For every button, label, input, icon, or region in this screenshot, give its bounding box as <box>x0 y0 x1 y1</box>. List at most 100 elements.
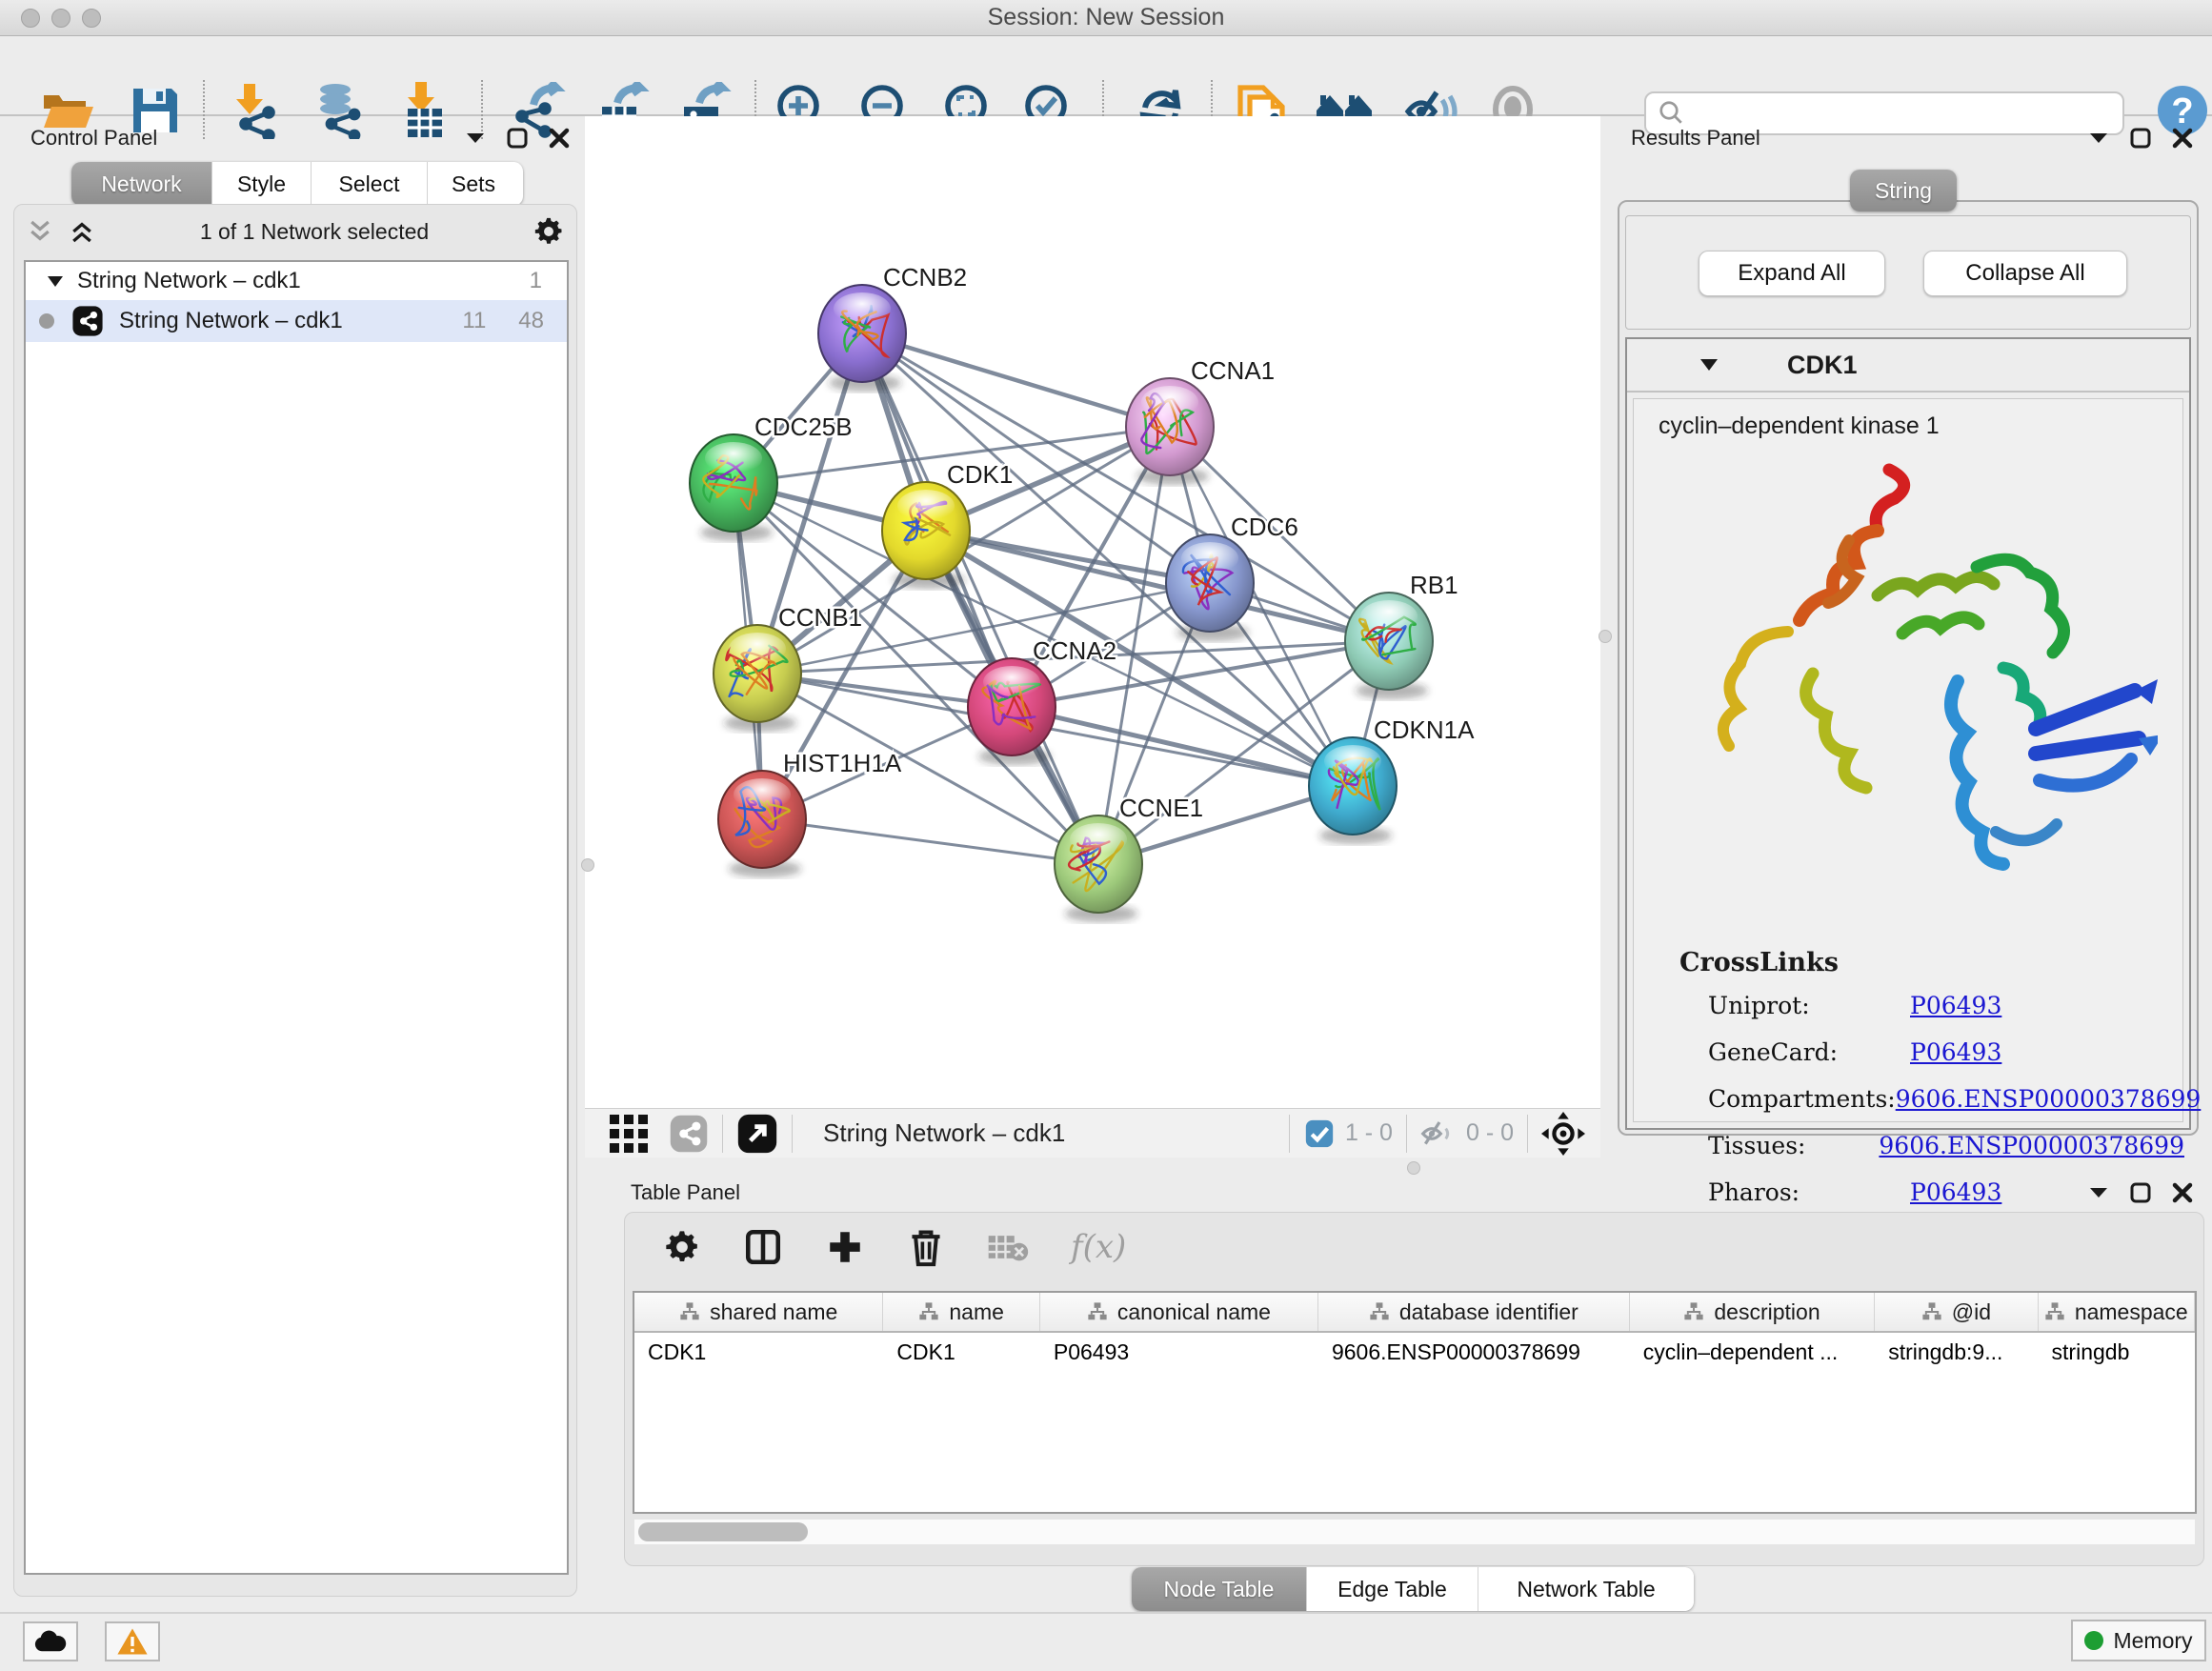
selected-counter: 1 - 0 <box>1345 1119 1393 1147</box>
crosslink-link[interactable]: 9606.ENSP00000378699 <box>1879 1132 2184 1159</box>
protein-node-RB1[interactable] <box>1345 593 1433 699</box>
edge-CCNE1-HIST1H1A[interactable] <box>762 819 1098 864</box>
control-panel-title: Control Panel <box>30 126 157 151</box>
tab-string[interactable]: String <box>1850 170 1957 211</box>
create-column-icon[interactable] <box>825 1227 865 1267</box>
crosslink-row: Tissues:9606.ENSP00000378699 <box>1708 1132 2184 1159</box>
column-header-namespace[interactable]: namespace <box>2039 1293 2195 1331</box>
network-collection-row[interactable]: String Network – cdk1 1 <box>26 262 567 300</box>
window-zoom-button[interactable] <box>82 9 101 28</box>
tab-network-table[interactable]: Network Table <box>1478 1567 1694 1611</box>
warning-icon <box>116 1627 149 1656</box>
node-label-CDC25B: CDC25B <box>754 413 853 441</box>
panel-float-icon[interactable] <box>2130 1182 2151 1203</box>
gear-icon[interactable] <box>533 215 565 248</box>
network-canvas[interactable]: CCNB2CCNA1CDC25BCDK1CDC6RB1CCNB1CCNA2CDK… <box>585 116 1600 1108</box>
column-header-name[interactable]: name <box>883 1293 1039 1331</box>
status-bar: Memory <box>0 1612 2212 1671</box>
column-header--id[interactable]: @id <box>1875 1293 2038 1331</box>
panel-float-icon[interactable] <box>507 128 528 149</box>
panel-menu-icon[interactable] <box>2088 1186 2109 1199</box>
protein-node-CDC25B[interactable] <box>690 434 777 541</box>
grid-view-icon[interactable] <box>606 1111 652 1157</box>
cloud-button[interactable] <box>23 1621 78 1661</box>
tab-network[interactable]: Network <box>71 162 212 206</box>
detach-view-icon[interactable] <box>736 1113 778 1155</box>
panel-float-icon[interactable] <box>2130 128 2151 149</box>
crosslink-link[interactable]: P06493 <box>1910 1038 2001 1066</box>
protein-section-header[interactable]: CDK1 <box>1627 339 2189 393</box>
table-panel-title: Table Panel <box>631 1180 740 1205</box>
panel-close-icon[interactable] <box>2172 128 2193 149</box>
column-type-icon <box>1087 1301 1108 1322</box>
edge-CCNB2-CCNE1[interactable] <box>862 333 1098 864</box>
tab-edge-table[interactable]: Edge Table <box>1307 1567 1478 1611</box>
table-cell[interactable]: CDK1 <box>634 1333 883 1371</box>
fit-content-icon[interactable] <box>1541 1112 1585 1156</box>
window-close-button[interactable] <box>21 9 40 28</box>
scrollbar-thumb[interactable] <box>638 1522 808 1541</box>
section-expander-icon[interactable] <box>1699 358 1719 372</box>
protein-node-HIST1H1A[interactable] <box>718 771 806 877</box>
column-header-database-identifier[interactable]: database identifier <box>1318 1293 1630 1331</box>
collapse-all-icon[interactable] <box>26 217 54 246</box>
node-label-CCNB2: CCNB2 <box>883 263 967 292</box>
toolbar-separator <box>1406 1115 1407 1153</box>
tab-node-table[interactable]: Node Table <box>1132 1567 1307 1611</box>
crosslink-link[interactable]: 9606.ENSP00000378699 <box>1896 1085 2202 1113</box>
table-options-gear-icon[interactable] <box>663 1228 701 1266</box>
panel-close-icon[interactable] <box>549 128 570 149</box>
tree-expander-icon[interactable] <box>47 275 64 288</box>
crosslink-link[interactable]: P06493 <box>1910 992 2001 1019</box>
column-type-icon <box>679 1301 700 1322</box>
tab-sets[interactable]: Sets <box>428 162 519 206</box>
column-header-shared-name[interactable]: shared name <box>634 1293 883 1331</box>
tab-style[interactable]: Style <box>212 162 312 206</box>
node-label-CCNB1: CCNB1 <box>778 603 862 632</box>
column-type-icon <box>1369 1301 1390 1322</box>
protein-node-CCNA2[interactable] <box>968 658 1056 765</box>
edge-CDK1-RB1[interactable] <box>926 531 1389 641</box>
node-label-CDK1: CDK1 <box>947 460 1013 489</box>
protein-node-CCNB2[interactable] <box>818 285 906 392</box>
splitter-handle[interactable] <box>1407 1161 1420 1175</box>
table-cell[interactable]: stringdb:9... <box>1875 1333 2038 1371</box>
window-minimize-button[interactable] <box>51 9 70 28</box>
table-tabs: Node Table Edge Table Network Table <box>1132 1567 1694 1611</box>
protein-node-CCNB1[interactable] <box>714 625 801 732</box>
warning-button[interactable] <box>105 1621 160 1661</box>
protein-structure-image <box>1662 453 2158 929</box>
panel-menu-icon[interactable] <box>465 131 486 145</box>
table-row[interactable]: CDK1CDK1P064939606.ENSP00000378699cyclin… <box>634 1333 2195 1371</box>
show-columns-icon[interactable] <box>743 1227 783 1267</box>
tab-select[interactable]: Select <box>312 162 428 206</box>
function-builder-icon: f(x) <box>1071 1228 1126 1266</box>
table-cell[interactable]: stringdb <box>2039 1333 2195 1371</box>
collapse-all-button[interactable]: Collapse All <box>1923 251 2127 296</box>
edge-CCNA2-CDKN1A[interactable] <box>1012 707 1353 786</box>
results-panel: Results Panel String Expand All Collapse… <box>1610 120 2204 1149</box>
protein-node-CCNA1[interactable] <box>1126 378 1214 485</box>
panel-menu-icon[interactable] <box>2088 131 2109 145</box>
delete-column-icon[interactable] <box>907 1226 945 1268</box>
network-thumbnail-icon[interactable] <box>669 1114 709 1154</box>
network-row-selected[interactable]: String Network – cdk1 11 48 <box>26 300 567 342</box>
table-cell[interactable]: cyclin–dependent ... <box>1630 1333 1875 1371</box>
column-header-canonical-name[interactable]: canonical name <box>1040 1293 1318 1331</box>
selected-checkbox-icon[interactable] <box>1303 1117 1336 1150</box>
table-cell[interactable]: 9606.ENSP00000378699 <box>1318 1333 1630 1371</box>
expand-all-button[interactable]: Expand All <box>1699 251 1885 296</box>
horizontal-scrollbar[interactable] <box>634 1520 2195 1544</box>
protein-node-CDKN1A[interactable] <box>1309 737 1397 844</box>
memory-button[interactable]: Memory <box>2071 1620 2206 1661</box>
protein-node-CCNE1[interactable] <box>1055 815 1142 922</box>
column-header-description[interactable]: description <box>1630 1293 1875 1331</box>
splitter-handle[interactable] <box>581 858 594 872</box>
expand-all-icon[interactable] <box>68 217 96 246</box>
table-cell[interactable]: P06493 <box>1040 1333 1318 1371</box>
edge-CCNB2-CCNA1[interactable] <box>862 333 1170 427</box>
control-panel: Control Panel Network Style Select Sets … <box>8 120 583 1606</box>
hidden-eye-icon <box>1420 1117 1458 1150</box>
panel-close-icon[interactable] <box>2172 1182 2193 1203</box>
table-cell[interactable]: CDK1 <box>883 1333 1039 1371</box>
